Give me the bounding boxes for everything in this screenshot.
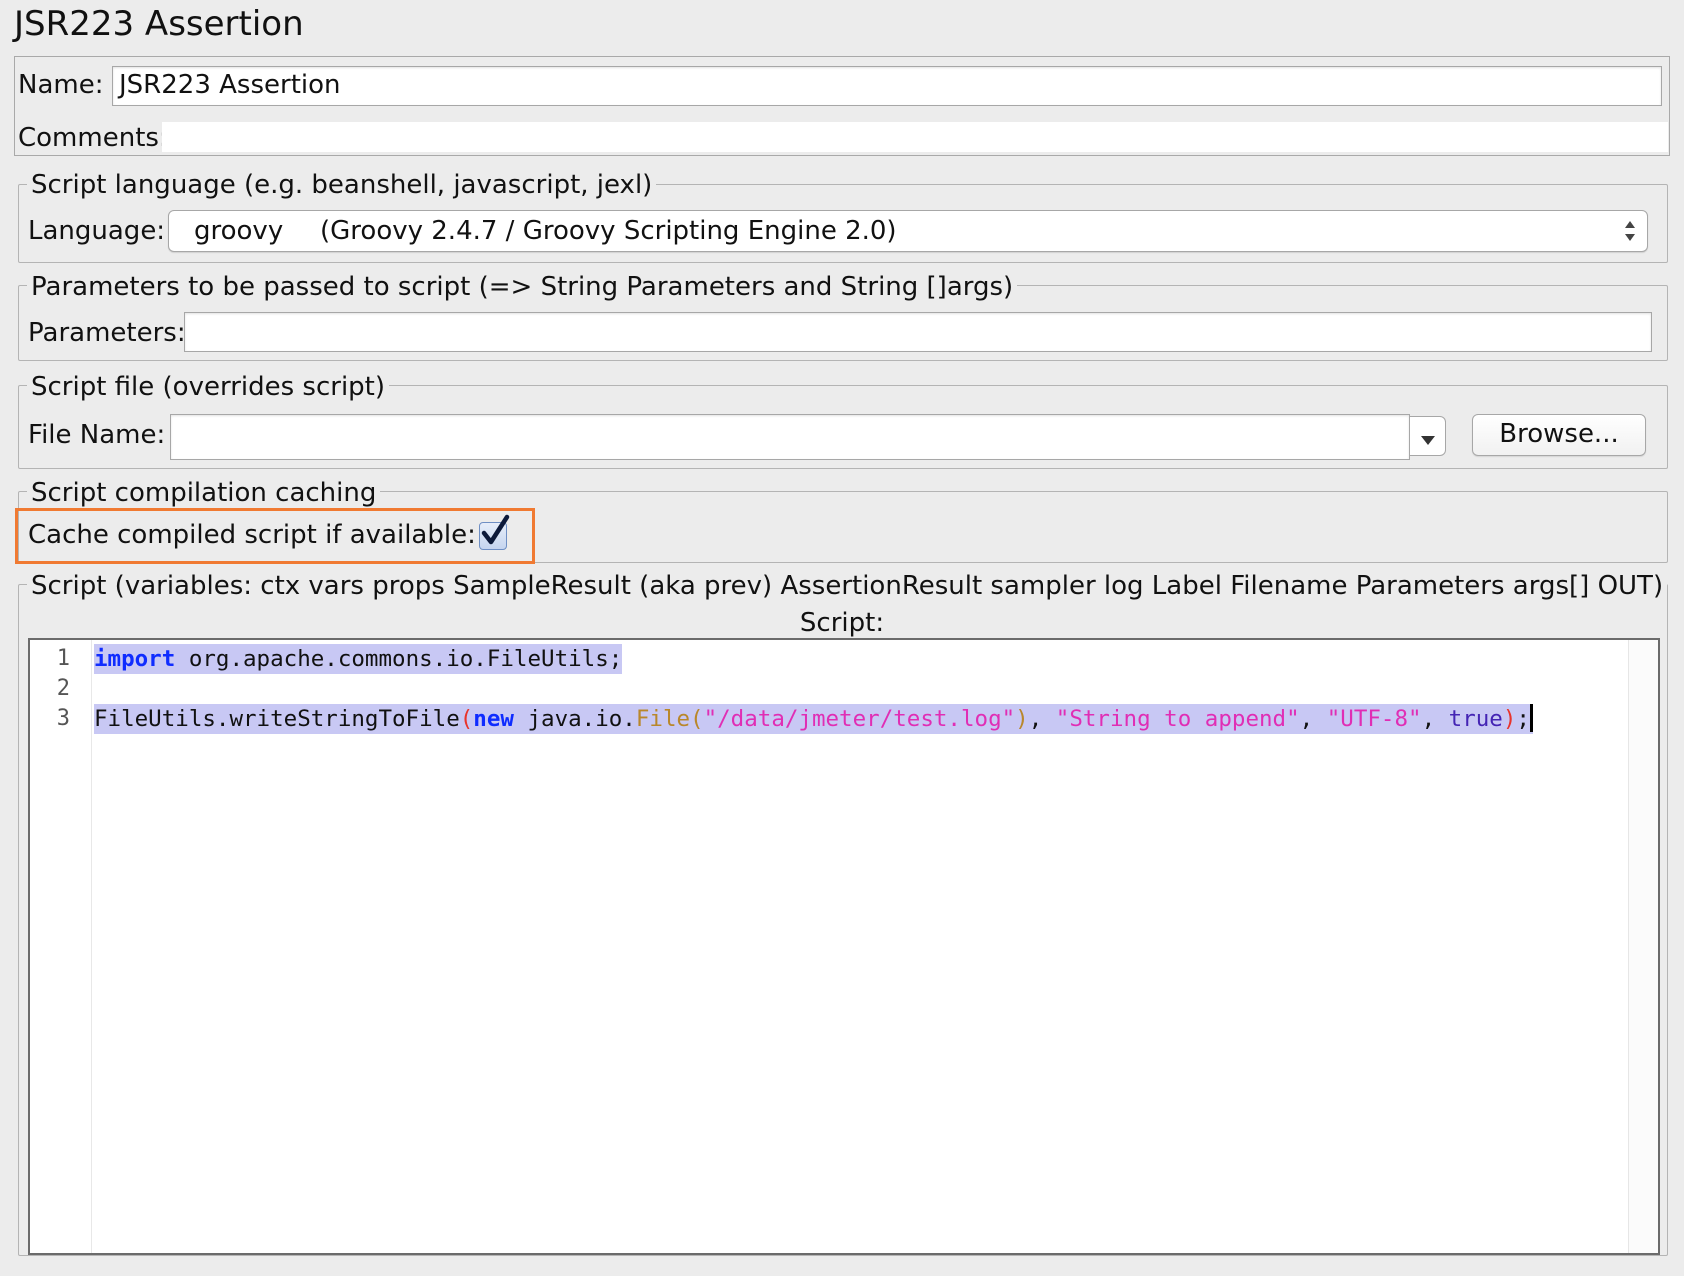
code-token: FileUtils.writeStringToFile — [94, 706, 460, 732]
language-select[interactable]: groovy (Groovy 2.4.7 / Groovy Scripting … — [168, 210, 1648, 252]
chevron-down-icon — [1420, 431, 1436, 450]
language-label: Language: — [28, 216, 166, 246]
updown-arrows-icon — [1623, 217, 1637, 245]
script-editor-label: Script: — [799, 608, 885, 638]
line-number: 3 — [56, 706, 70, 731]
paren-token: ) — [1015, 706, 1029, 732]
code-token: org.apache.commons.io.FileUtils; — [175, 646, 623, 672]
code-token: java.io. — [513, 706, 636, 732]
keyword-token: new — [473, 706, 514, 732]
file-name-dropdown-button[interactable] — [1410, 416, 1446, 456]
string-token: "UTF-8" — [1326, 706, 1422, 732]
code-line-3: FileUtils.writeStringToFile(new java.io.… — [94, 704, 1533, 734]
line-number: 1 — [56, 646, 70, 671]
language-select-engine: (Groovy 2.4.7 / Groovy Scripting Engine … — [320, 216, 897, 246]
browse-button[interactable]: Browse... — [1472, 414, 1646, 456]
name-label: Name: — [18, 70, 104, 100]
string-token: "String to append" — [1055, 706, 1300, 732]
code-token: ; — [1516, 706, 1530, 732]
caching-legend: Script compilation caching — [27, 478, 381, 508]
file-name-label: File Name: — [28, 420, 166, 450]
comments-input[interactable] — [162, 122, 1668, 152]
name-input[interactable]: JSR223 Assertion — [112, 66, 1662, 106]
code-token: , — [1421, 706, 1449, 732]
language-select-value: groovy — [194, 216, 284, 246]
line-number: 2 — [56, 676, 70, 701]
vertical-scrollbar[interactable] — [1628, 640, 1658, 1253]
paren-token: ( — [459, 706, 474, 732]
cache-compiled-label: Cache compiled script if available: — [28, 520, 476, 550]
script-editor[interactable]: 1 2 3 import org.apache.commons.io.FileU… — [28, 638, 1660, 1255]
parameters-legend: Parameters to be passed to script (=> St… — [27, 272, 1018, 302]
keyword-token: import — [94, 646, 176, 672]
parameters-label: Parameters: — [28, 318, 186, 348]
code-line-1: import org.apache.commons.io.FileUtils; — [94, 644, 623, 674]
literal-token: true — [1448, 706, 1503, 732]
class-token: File — [635, 706, 691, 732]
line-number-gutter: 1 2 3 — [30, 640, 92, 1253]
script-language-legend: Script language (e.g. beanshell, javascr… — [27, 170, 657, 200]
page-title: JSR223 Assertion — [14, 4, 304, 44]
paren-token: ) — [1502, 706, 1517, 732]
comments-label: Comments: — [18, 123, 168, 153]
checkmark-icon — [478, 513, 512, 553]
parameters-input[interactable] — [184, 312, 1652, 352]
file-name-input[interactable] — [170, 414, 1410, 460]
script-file-legend: Script file (overrides script) — [27, 372, 390, 402]
code-token: , — [1299, 706, 1327, 732]
string-token: "/data/jmeter/test.log" — [703, 706, 1016, 732]
paren-token: ( — [690, 706, 704, 732]
code-token: , — [1028, 706, 1056, 732]
script-legend: Script (variables: ctx vars props Sample… — [27, 571, 1668, 601]
text-caret — [1529, 704, 1533, 732]
cache-compiled-checkbox[interactable] — [479, 514, 510, 550]
